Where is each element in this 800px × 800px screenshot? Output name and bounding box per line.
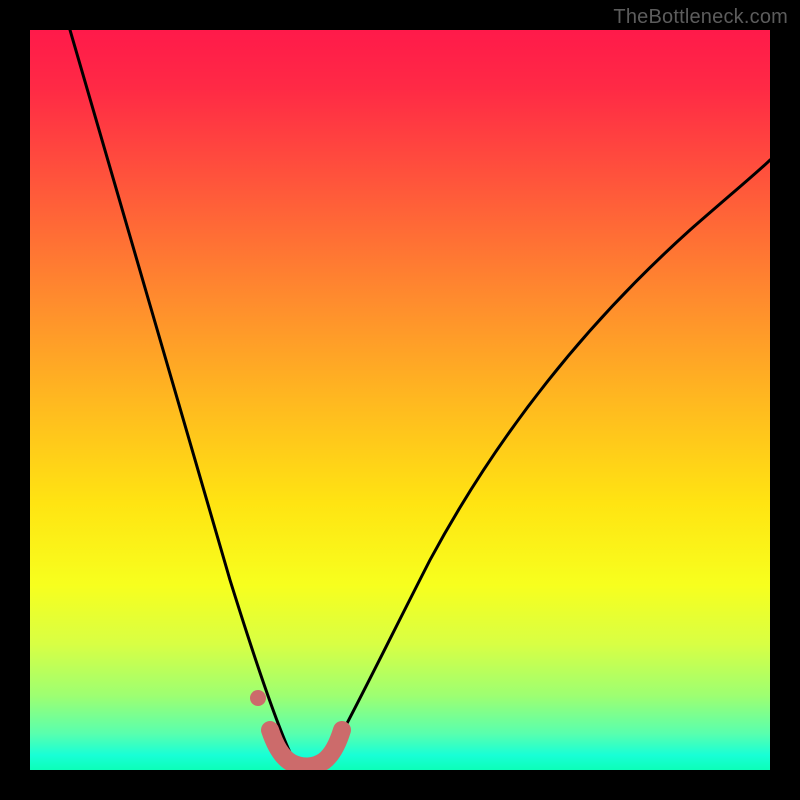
curve-layer: [30, 30, 770, 770]
optimum-band-highlight: [270, 730, 342, 767]
chart-frame: TheBottleneck.com: [0, 0, 800, 800]
plot-area: [30, 30, 770, 770]
bottleneck-curve-line: [70, 30, 770, 769]
optimum-dot-icon: [250, 690, 266, 706]
watermark-text: TheBottleneck.com: [613, 6, 788, 29]
